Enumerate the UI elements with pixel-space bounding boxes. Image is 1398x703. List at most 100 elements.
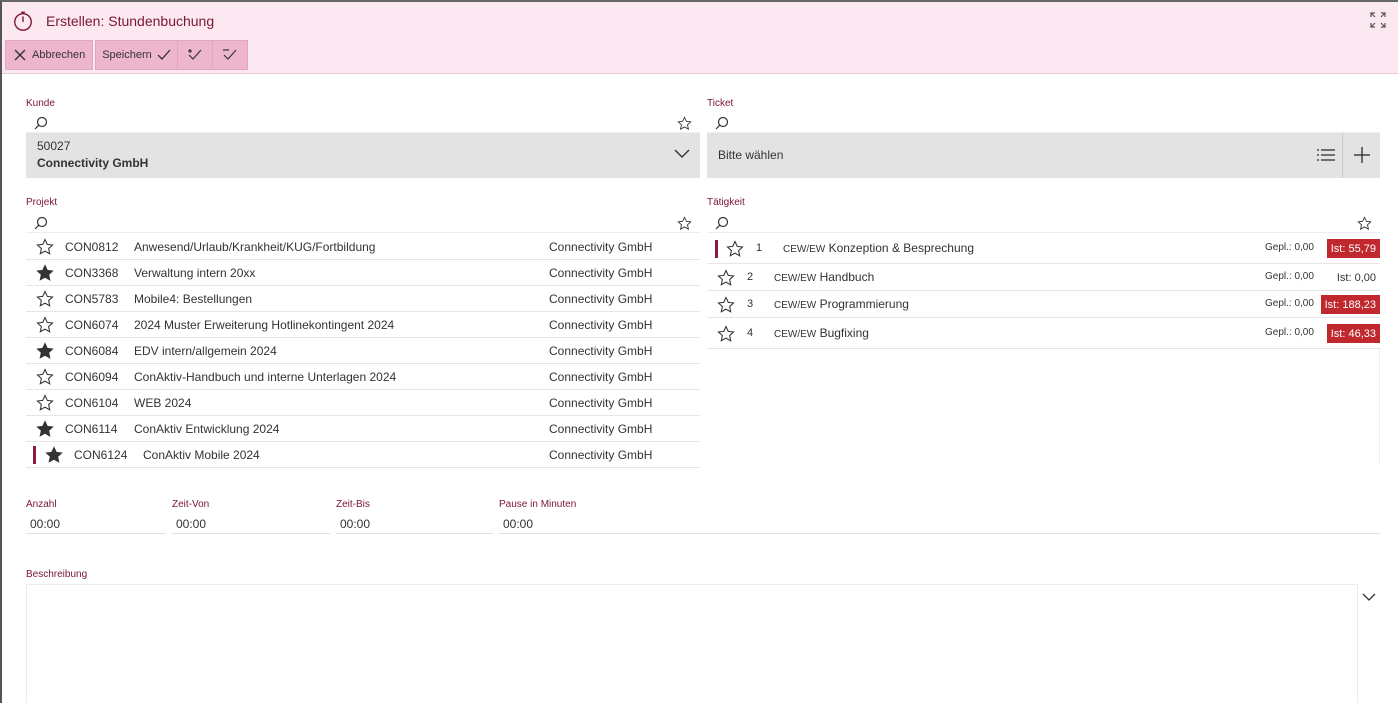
ist-badge: Ist: 55,79 <box>1326 239 1380 258</box>
taetigkeit-search-input[interactable] <box>707 213 1380 233</box>
save-group: Speichern <box>95 40 248 70</box>
projekt-row[interactable]: CON6114 ConAktiv Entwicklung 2024 Connecti… <box>26 416 700 442</box>
projekt-code: CON0812 <box>65 239 119 254</box>
beschreibung-textarea[interactable] <box>26 584 1358 703</box>
projekt-row[interactable]: CON6084 EDV intern/allgemein 2024 Connecti… <box>26 338 700 364</box>
anzahl-input[interactable]: 00:00 <box>26 514 166 534</box>
taetigkeit-number: 3 <box>747 298 754 310</box>
selected-marker <box>33 446 36 464</box>
geplant-value: Gepl.: 0,00 <box>1265 298 1314 309</box>
anzahl-label: Anzahl <box>26 499 57 510</box>
ticket-select[interactable]: Bitte wählen <box>707 133 1380 178</box>
projekt-search-input[interactable] <box>26 213 700 233</box>
beschreibung-label: Beschreibung <box>26 569 88 580</box>
projekt-row[interactable]: CON6094 ConAktiv-Handbuch und interne Unt… <box>26 364 700 390</box>
taetigkeit-prefix: CEW/EW <box>774 329 817 340</box>
ist-badge: Ist: 0,00 <box>1336 271 1376 284</box>
search-icon <box>715 116 729 130</box>
zeit-bis-input[interactable]: 00:00 <box>336 514 493 534</box>
kunde-number: 50027 <box>37 139 71 153</box>
star-outline-icon[interactable] <box>717 296 735 314</box>
star-outline-icon[interactable] <box>36 290 54 308</box>
star-filled-icon[interactable] <box>36 420 54 438</box>
projekt-customer: Connectivity GmbH <box>549 265 653 280</box>
star-filled-icon[interactable] <box>45 446 63 464</box>
ticket-search-input[interactable] <box>707 113 1380 133</box>
taetigkeit-row[interactable]: 3 CEW/EW Programmierung Gepl.: 0,00 Ist: 18… <box>707 291 1380 318</box>
projekt-code: CON3368 <box>65 265 119 280</box>
chevron-down-icon <box>674 149 690 158</box>
kunde-search-input[interactable] <box>26 113 700 133</box>
projekt-customer: Connectivity GmbH <box>549 291 653 306</box>
projekt-name: ConAktiv Mobile 2024 <box>143 447 260 462</box>
search-icon <box>715 216 729 230</box>
taetigkeit-label: Tätigkeit <box>707 197 745 208</box>
taetigkeit-number: 2 <box>747 271 754 283</box>
expand-icon[interactable] <box>1370 12 1386 28</box>
projekt-code: CON6094 <box>65 369 119 384</box>
search-icon <box>34 216 48 230</box>
projekt-name: WEB 2024 <box>134 395 192 410</box>
projekt-row[interactable]: CON6074 2024 Muster Erweiterung Hotlineko… <box>26 312 700 338</box>
geplant-value: Gepl.: 0,00 <box>1265 242 1314 253</box>
projekt-customer: Connectivity GmbH <box>549 421 653 436</box>
title-row: Erstellen: Stundenbuchung <box>12 10 214 32</box>
kunde-name: Connectivity GmbH <box>37 156 149 170</box>
cancel-button[interactable]: Abbrechen <box>5 40 94 70</box>
star-outline-icon[interactable] <box>36 368 54 386</box>
favorite-star-icon[interactable] <box>677 116 692 131</box>
selected-marker <box>715 240 718 258</box>
kunde-label: Kunde <box>26 98 55 109</box>
save-and-close-button[interactable] <box>213 41 247 69</box>
star-outline-icon[interactable] <box>717 269 735 287</box>
taetigkeit-number: 1 <box>756 242 763 254</box>
kunde-select[interactable]: 50027 Connectivity GmbH <box>26 133 700 178</box>
star-outline-icon[interactable] <box>36 394 54 412</box>
favorite-star-icon[interactable] <box>677 216 692 231</box>
projekt-name: 2024 Muster Erweiterung Hotlinekontingen… <box>134 317 395 332</box>
taetigkeit-row[interactable]: 2 CEW/EW Handbuch Gepl.: 0,00 Ist: 0,00 <box>707 264 1380 291</box>
search-icon <box>34 116 48 130</box>
stopwatch-icon <box>14 11 32 31</box>
chevron-down-icon[interactable] <box>1362 590 1376 604</box>
favorite-star-icon[interactable] <box>1357 216 1372 231</box>
projekt-name: EDV intern/allgemein 2024 <box>134 343 277 358</box>
save-and-new-button[interactable] <box>178 41 213 69</box>
star-outline-icon[interactable] <box>36 316 54 334</box>
projekt-row[interactable]: CON3368 Verwaltung intern 20xx Connectivit… <box>26 260 700 286</box>
projekt-code: CON6084 <box>65 343 119 358</box>
taetigkeit-row[interactable]: 1 CEW/EW Konzeption & Besprechung Gepl.: 0… <box>707 234 1380 264</box>
list-icon[interactable] <box>1317 147 1335 163</box>
projekt-row[interactable]: CON6104 WEB 2024 Connectivity GmbH <box>26 390 700 416</box>
toolbar: Abbrechen Speichern <box>5 40 248 70</box>
projekt-label: Projekt <box>26 197 58 208</box>
save-label: Speichern <box>102 49 152 61</box>
projekt-code: CON6074 <box>65 317 119 332</box>
ist-badge: Ist: 46,33 <box>1326 324 1380 343</box>
plus-icon[interactable] <box>1354 147 1370 163</box>
close-icon <box>14 49 26 61</box>
pause-input[interactable]: 00:00 <box>499 514 1380 534</box>
geplant-value: Gepl.: 0,00 <box>1265 327 1314 338</box>
star-outline-icon[interactable] <box>726 240 744 258</box>
projekt-customer: Connectivity GmbH <box>549 369 653 384</box>
save-button[interactable]: Speichern <box>96 41 178 69</box>
star-outline-icon[interactable] <box>36 238 54 256</box>
projekt-customer: Connectivity GmbH <box>549 395 653 410</box>
projekt-row[interactable]: CON6124 ConAktiv Mobile 2024 Connectivity … <box>26 442 700 468</box>
projekt-code: CON6124 <box>74 447 128 462</box>
star-filled-icon[interactable] <box>36 264 54 282</box>
projekt-code: CON6114 <box>65 421 118 436</box>
taetigkeit-row[interactable]: 4 CEW/EW Bugfixing Gepl.: 0,00 Ist: 46,33 <box>707 318 1380 349</box>
projekt-customer: Connectivity GmbH <box>549 317 653 332</box>
projekt-row[interactable]: CON5783 Mobile4: Bestellungen Connectivity… <box>26 286 700 312</box>
header: Erstellen: Stundenbuchung Abbrechen Spei… <box>2 2 1398 74</box>
taetigkeit-name: Handbuch <box>819 270 875 284</box>
star-filled-icon[interactable] <box>36 342 54 360</box>
projekt-code: CON5783 <box>65 291 119 306</box>
projekt-row[interactable]: CON0812 Anwesend/Urlaub/Krankheit/KUG/For… <box>26 234 700 260</box>
projekt-name: ConAktiv Entwicklung 2024 <box>134 421 280 436</box>
zeit-von-label: Zeit-Von <box>172 499 210 510</box>
zeit-von-input[interactable]: 00:00 <box>172 514 330 534</box>
star-outline-icon[interactable] <box>717 325 735 343</box>
